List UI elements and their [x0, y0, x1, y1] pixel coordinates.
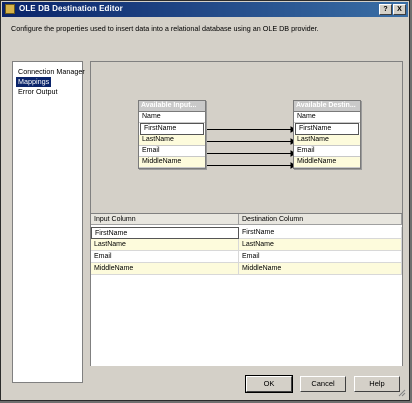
input-table-header: Available Input...	[139, 101, 205, 112]
grid-input-cell[interactable]: Email	[91, 251, 239, 263]
app-icon	[5, 4, 15, 14]
mappings-panel: Available Input... Name FirstName LastNa…	[90, 61, 403, 366]
destination-column-middlename[interactable]: MiddleName	[294, 157, 360, 168]
dialog-window: OLE DB Destination Editor ? X Configure …	[0, 0, 410, 401]
grid-destination-cell[interactable]: MiddleName	[239, 263, 402, 275]
nav-item-connection-manager[interactable]: Connection Manager	[16, 67, 87, 77]
available-input-columns-table[interactable]: Available Input... Name FirstName LastNa…	[138, 100, 206, 169]
dialog-description: Configure the properties used to insert …	[11, 24, 319, 33]
grid-header-input-column[interactable]: Input Column	[91, 214, 239, 225]
destination-column-email[interactable]: Email	[294, 146, 360, 157]
grid-input-cell[interactable]: FirstName	[91, 227, 239, 239]
input-column-header: Name	[139, 112, 205, 123]
help-button[interactable]: Help	[354, 376, 400, 392]
grid-input-cell[interactable]: MiddleName	[91, 263, 239, 275]
nav-item-mappings[interactable]: Mappings	[16, 77, 52, 87]
grid-destination-cell[interactable]: FirstName	[239, 227, 402, 239]
available-destination-columns-table[interactable]: Available Destin... Name FirstName LastN…	[293, 100, 361, 169]
mappings-grid: Input Column Destination Column FirstNam…	[91, 213, 402, 366]
input-column-lastname[interactable]: LastName	[139, 135, 205, 146]
mapping-diagram: Available Input... Name FirstName LastNa…	[91, 62, 402, 213]
input-column-email[interactable]: Email	[139, 146, 205, 157]
grid-destination-cell[interactable]: Email	[239, 251, 402, 263]
destination-column-firstname[interactable]: FirstName	[295, 123, 359, 135]
title-bar[interactable]: OLE DB Destination Editor ? X	[2, 2, 408, 17]
grid-input-cell[interactable]: LastName	[91, 239, 239, 251]
help-title-button[interactable]: ?	[379, 4, 392, 15]
page-nav-list: Connection Manager Mappings Error Output	[12, 61, 85, 383]
destination-column-header: Name	[294, 112, 360, 123]
cancel-button[interactable]: Cancel	[300, 376, 346, 392]
ok-button[interactable]: OK	[245, 375, 293, 393]
resize-grip-icon[interactable]	[398, 389, 406, 397]
input-column-middlename[interactable]: MiddleName	[139, 157, 205, 168]
destination-table-header: Available Destin...	[294, 101, 360, 112]
grid-header-destination-column[interactable]: Destination Column	[239, 214, 402, 225]
grid-destination-cell[interactable]: LastName	[239, 239, 402, 251]
window-title: OLE DB Destination Editor	[19, 4, 123, 13]
destination-column-lastname[interactable]: LastName	[294, 135, 360, 146]
close-button[interactable]: X	[393, 4, 406, 15]
nav-item-error-output[interactable]: Error Output	[16, 87, 60, 97]
input-column-firstname[interactable]: FirstName	[140, 123, 204, 135]
